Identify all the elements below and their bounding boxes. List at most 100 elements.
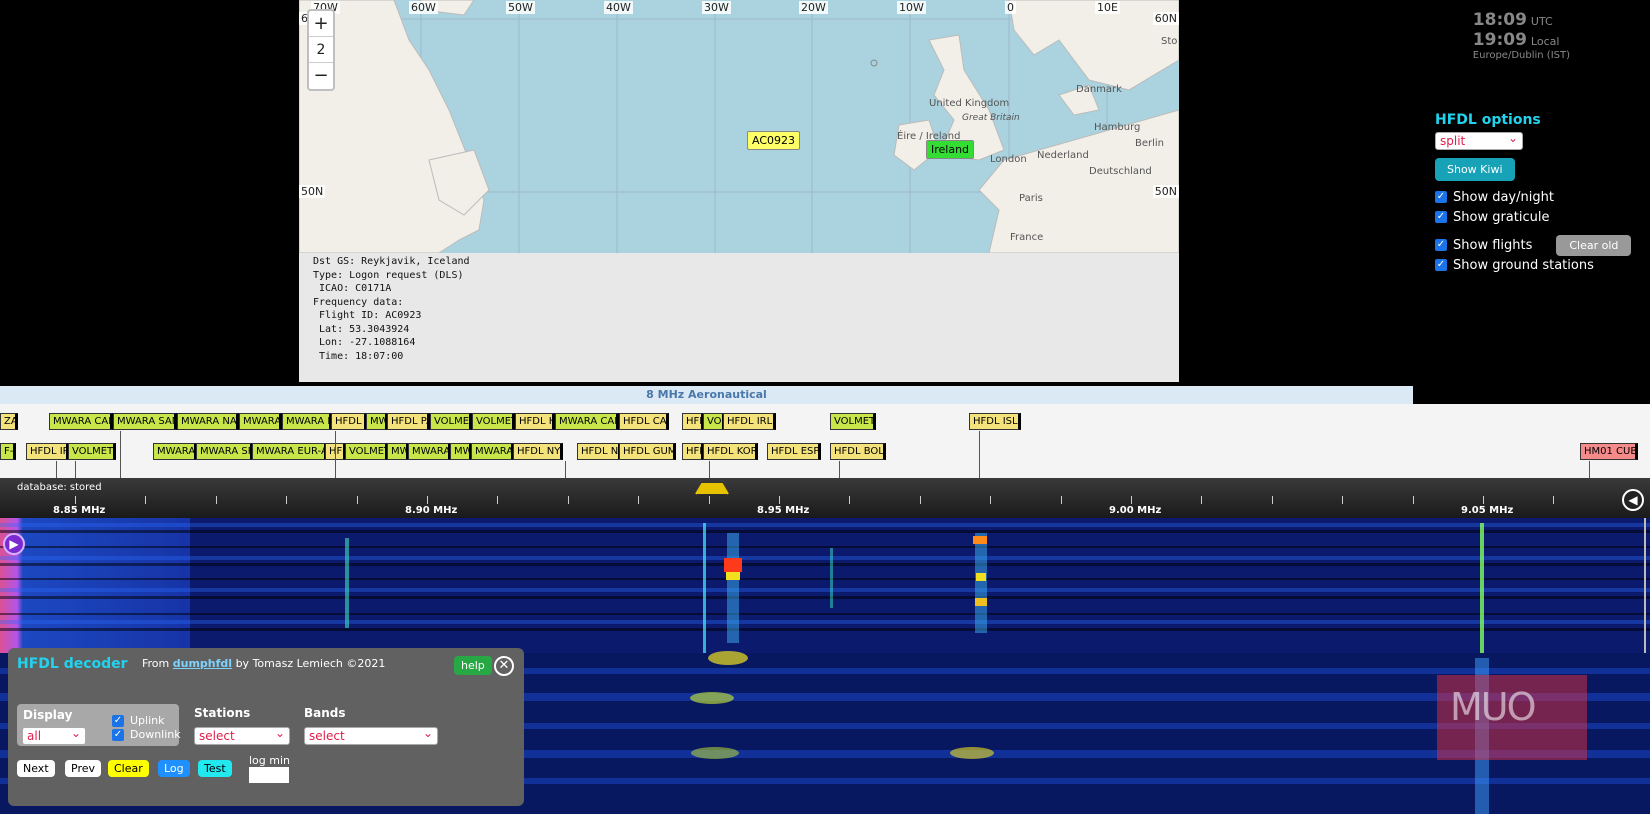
freq-label[interactable]: HFDL HI xyxy=(515,413,555,430)
bands-select[interactable]: select xyxy=(304,726,438,745)
freq-label[interactable]: MW xyxy=(387,443,409,460)
ground-station-marker[interactable]: Ireland xyxy=(926,140,975,159)
freq-label[interactable]: HFD xyxy=(682,413,704,430)
freq-label[interactable]: VOLMET xyxy=(345,443,388,460)
freq-label[interactable]: MWARA SAM xyxy=(113,413,177,430)
dumphfdl-link[interactable]: dumphfdl xyxy=(173,657,232,670)
clear-button[interactable]: Clear xyxy=(108,760,149,777)
freq-label[interactable]: HFDL ESP xyxy=(767,443,821,460)
freq-label[interactable]: F-F xyxy=(0,443,16,460)
log-min-input[interactable] xyxy=(249,767,289,783)
freq-label[interactable]: MWARA SP xyxy=(196,443,253,460)
freq-label[interactable]: HFDL IR xyxy=(26,443,69,460)
place-label: Danmark xyxy=(1076,84,1122,95)
map-land xyxy=(299,0,1179,253)
freq-label[interactable]: HFD xyxy=(682,443,704,460)
collapse-panel-icon[interactable]: ◀ xyxy=(1622,489,1644,511)
display-select[interactable]: all xyxy=(22,726,86,745)
checkbox-icon: ✓ xyxy=(1435,211,1447,223)
decoder-title: HFDL decoder xyxy=(17,656,128,672)
freq-label[interactable]: MWARA xyxy=(471,443,514,460)
show-ground-stations-checkbox[interactable]: ✓ Show ground stations xyxy=(1435,257,1631,273)
clear-old-button[interactable]: Clear old xyxy=(1556,234,1632,256)
utc-clock: 18:09 UTC xyxy=(1472,10,1553,30)
local-clock: 19:09 Local xyxy=(1472,30,1560,50)
frequency-labels: ZAF MWARA CAR MWARA SAM MWARA NAT- MWARA… xyxy=(0,404,1650,478)
freq-label[interactable]: MW xyxy=(450,443,472,460)
freq-label[interactable]: VOL xyxy=(703,413,725,430)
passband-marker[interactable] xyxy=(694,480,730,496)
freq-label[interactable]: HFDL CA xyxy=(619,413,669,430)
next-button[interactable]: Next xyxy=(17,760,55,777)
log-min-label: log min xyxy=(249,754,291,767)
place-label: Sto xyxy=(1161,36,1178,47)
show-day-night-checkbox[interactable]: ✓ Show day/night xyxy=(1435,189,1631,205)
play-icon[interactable]: ▶ xyxy=(3,533,25,555)
freq-label[interactable]: HFDL NY xyxy=(513,443,563,460)
decoder-credit: From dumphfdl by Tomasz Lemiech ©2021 xyxy=(142,657,386,670)
lon-label: 20W xyxy=(799,1,828,14)
close-icon[interactable]: ✕ xyxy=(494,656,514,676)
freq-label[interactable]: ZAF xyxy=(0,413,18,430)
info-line: Time: 18:07:00 xyxy=(313,350,404,362)
freq-label[interactable]: HFDL F xyxy=(331,413,367,430)
freq-label[interactable]: HFDL BOL xyxy=(830,443,886,460)
zoom-in-button[interactable]: + xyxy=(309,11,333,37)
freq-label[interactable]: MWARA xyxy=(153,443,197,460)
freq-label[interactable]: HFDL NZ xyxy=(577,443,621,460)
info-line: ICAO: C0171A xyxy=(313,283,392,294)
hfdl-decoder-panel: HFDL decoder From dumphfdl by Tomasz Lem… xyxy=(8,648,524,806)
show-graticule-checkbox[interactable]: ✓ Show graticule xyxy=(1435,209,1631,225)
lon-label: 10E xyxy=(1095,1,1120,14)
freq-label[interactable]: HFDL PA xyxy=(387,413,430,430)
checkbox-icon: ✓ xyxy=(1435,191,1447,203)
lon-label: 0 xyxy=(1005,1,1016,14)
uplink-checkbox[interactable]: ✓ Uplink xyxy=(112,714,165,727)
freq-label[interactable]: MWARA xyxy=(408,443,451,460)
freq-label[interactable]: MWARA CAR xyxy=(555,413,619,430)
freq-label[interactable]: MWARA N xyxy=(282,413,332,430)
mode-select[interactable]: split xyxy=(1435,131,1523,150)
bands-label: Bands xyxy=(304,706,346,720)
hfdl-options-title: HFDL options xyxy=(1435,112,1541,128)
freq-label[interactable]: MW xyxy=(366,413,388,430)
log-button[interactable]: Log xyxy=(158,760,190,777)
show-flights-checkbox[interactable]: ✓ Show flights Clear old xyxy=(1435,234,1632,256)
place-label: United Kingdom xyxy=(929,98,1010,109)
freq-label[interactable]: MWARA xyxy=(239,413,282,430)
flight-marker[interactable]: AC0923 xyxy=(747,131,801,150)
freq-label[interactable]: VOLMET xyxy=(430,413,472,430)
message-info-panel: Dst GS: Reykjavik, Iceland Type: Logon re… xyxy=(299,253,1179,382)
freq-label[interactable]: MWARA NAT- xyxy=(177,413,239,430)
band-bar[interactable]: 8 MHz Aeronautical xyxy=(0,386,1413,404)
frequency-scale[interactable]: database: stored 8.85 MHz 8.90 MHz 8.95 … xyxy=(0,478,1650,518)
help-button[interactable]: help xyxy=(454,656,492,675)
place-label: Hamburg xyxy=(1094,122,1141,133)
app-root: 70W 60W 50W 40W 30W 20W 10W 0 10E 60N 60… xyxy=(0,0,1650,814)
stations-select[interactable]: select xyxy=(194,726,290,745)
freq-label[interactable]: HFDL IRL xyxy=(723,413,776,430)
show-kiwi-button[interactable]: Show Kiwi xyxy=(1435,158,1515,181)
zoom-level: 2 xyxy=(309,37,333,63)
test-button[interactable]: Test xyxy=(198,760,232,777)
checkbox-icon: ✓ xyxy=(1435,239,1447,251)
freq-label[interactable]: MWARA CAR xyxy=(49,413,113,430)
zoom-out-button[interactable]: − xyxy=(309,63,333,89)
place-label: Paris xyxy=(1019,193,1043,204)
freq-label[interactable]: HFDL GUM xyxy=(619,443,676,460)
info-line: Type: Logon request (DLS) xyxy=(313,269,464,281)
map-view[interactable]: 70W 60W 50W 40W 30W 20W 10W 0 10E 60N 60… xyxy=(299,0,1179,253)
freq-label[interactable]: VOLMET xyxy=(472,413,515,430)
info-line: Lon: -27.1088164 xyxy=(313,337,416,348)
freq-label[interactable]: VOLMET xyxy=(830,413,876,430)
freq-label[interactable]: HM01 CUB xyxy=(1580,443,1638,460)
downlink-checkbox[interactable]: ✓ Downlink xyxy=(112,728,181,741)
display-label: Display xyxy=(23,708,73,722)
lon-label: 50W xyxy=(506,1,535,14)
freq-label[interactable]: VOLMET xyxy=(68,443,116,460)
freq-label[interactable]: HFDL KOR xyxy=(703,443,758,460)
lon-label: 40W xyxy=(604,1,633,14)
freq-label[interactable]: HFDL ISL xyxy=(969,413,1021,430)
prev-button[interactable]: Prev xyxy=(65,760,101,777)
freq-label[interactable]: MWARA EUR-A xyxy=(252,443,327,460)
